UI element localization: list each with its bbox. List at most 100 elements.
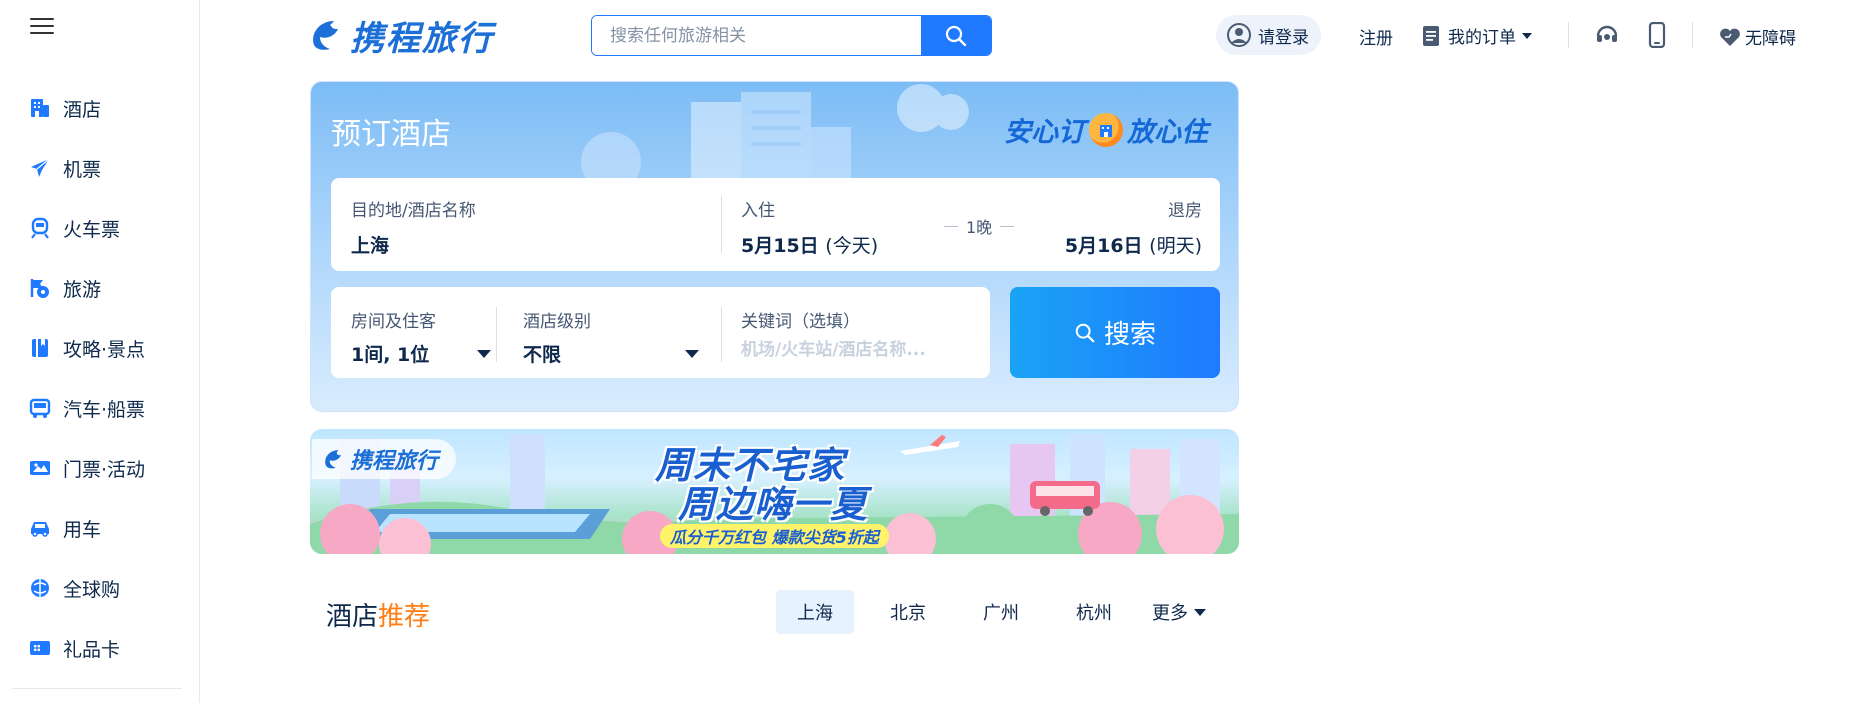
header-separator (1692, 22, 1693, 48)
checkin-value: 5月15日 (今天) (741, 231, 878, 258)
mobile-app-button[interactable] (1648, 22, 1666, 48)
city-more-dropdown[interactable]: 更多 (1152, 590, 1206, 634)
field-separator (496, 307, 497, 362)
travel-icon (29, 277, 51, 299)
sidebar-item-label: 酒店 (63, 98, 102, 121)
accessibility-label: 无障碍 (1745, 29, 1796, 49)
sidebar-item-travel[interactable]: 旅游 (0, 258, 199, 318)
sidebar-item-bus[interactable]: 汽车·船票 (0, 378, 199, 438)
sidebar-item-label: 全球购 (63, 578, 121, 601)
chevron-down-icon (477, 349, 491, 358)
slogan-left: 安心订 (1004, 117, 1085, 148)
city-tab-hangzhou[interactable]: 杭州 (1055, 590, 1133, 634)
field-separator (721, 307, 722, 362)
checkin-day: (今天) (825, 235, 879, 257)
user-avatar-icon (1227, 23, 1251, 47)
my-orders-menu[interactable]: 我的订单 (1422, 23, 1532, 48)
city-tab-shanghai[interactable]: 上海 (776, 590, 854, 634)
sidebar-item-label: 门票·活动 (63, 458, 146, 481)
nights-label: 1晚 (966, 218, 993, 237)
promo-banner[interactable]: 携程旅行 周末不宅家 周边嗨一夏 瓜分千万红包 爆款尖货5折起 (310, 429, 1239, 554)
destination-value: 上海 (351, 235, 390, 257)
global-search (591, 15, 992, 56)
rooms-guests-select[interactable]: 房间及住客 1间, 1位 (351, 307, 491, 367)
car-icon (29, 517, 51, 539)
global-shopping-icon (29, 577, 51, 599)
checkout-date-field[interactable]: 退房 5月16日 (明天) (1065, 196, 1202, 258)
dolphin-logo-icon (325, 450, 341, 469)
checkout-date: 5月16日 (1064, 235, 1143, 257)
rooms-value: 1间, 1位 (351, 344, 430, 366)
logo-text: 携程旅行 (350, 18, 494, 59)
sidebar-item-tickets[interactable]: 门票·活动 (0, 438, 199, 498)
field-separator (721, 196, 722, 253)
chevron-down-icon (685, 349, 699, 358)
rec-title-b: 推荐 (378, 602, 431, 632)
checkin-label: 入住 (741, 201, 775, 221)
mobile-phone-icon (1648, 22, 1666, 48)
keyword-field: 关键词（选填） (741, 307, 971, 360)
hotel-booking-panel: 预订酒店 安心订 放心住 目的地/酒店名称 上海 入住 5月15日 (今天) 1… (310, 81, 1239, 412)
banner-headline-2: 周边嗨一夏 (678, 483, 868, 526)
checkout-value: 5月16日 (明天) (1065, 231, 1202, 258)
hotel-icon (29, 97, 51, 119)
accessibility-button[interactable]: 无障碍 (1719, 24, 1796, 49)
sidebar-item-global-shopping[interactable]: 全球购 (0, 558, 199, 618)
customer-service-button[interactable] (1594, 22, 1620, 48)
checkin-date-field[interactable]: 入住 5月15日 (今天) (741, 196, 878, 258)
global-search-button[interactable] (921, 16, 991, 55)
guidebook-icon (29, 337, 51, 359)
slogan-right: 放心住 (1127, 117, 1208, 148)
level-value-row: 不限 (523, 340, 699, 367)
sidebar-divider (12, 688, 182, 689)
dolphin-logo-icon (313, 21, 338, 50)
ticket-icon (29, 457, 51, 479)
sidebar-item-flights[interactable]: 机票 (0, 138, 199, 198)
register-link[interactable]: 注册 (1359, 24, 1393, 49)
my-orders-label: 我的订单 (1448, 28, 1516, 48)
sidebar-item-label: 火车票 (63, 218, 121, 241)
bus-icon (29, 397, 51, 419)
global-search-input[interactable] (592, 16, 921, 55)
sidebar-item-label: 旅游 (63, 278, 102, 301)
room-level-keyword-row: 房间及住客 1间, 1位 酒店级别 不限 关键词（选填） (331, 287, 990, 378)
sidebar-item-train[interactable]: 火车票 (0, 198, 199, 258)
login-button[interactable]: 请登录 (1216, 15, 1321, 55)
search-icon (1075, 323, 1095, 342)
rec-title-a: 酒店 (326, 602, 379, 632)
checkout-label: 退房 (1168, 201, 1202, 221)
hamburger-icon[interactable] (30, 18, 54, 38)
hotel-search-button[interactable]: 搜索 (1010, 287, 1220, 378)
order-document-icon (1423, 25, 1439, 46)
chevron-down-icon (1522, 32, 1532, 39)
accessibility-heart-icon (1720, 28, 1740, 46)
sidebar-item-hotel[interactable]: 酒店 (0, 78, 199, 138)
booking-title: 预订酒店 (331, 117, 451, 152)
search-icon (945, 25, 967, 46)
sidebar-item-guides[interactable]: 攻略·景点 (0, 318, 199, 378)
level-label: 酒店级别 (523, 312, 591, 332)
banner-subline: 瓜分千万红包 爆款尖货5折起 (660, 524, 889, 548)
sidebar-item-label: 攻略·景点 (63, 338, 146, 361)
ctrip-logo[interactable]: 携程旅行 (308, 12, 494, 59)
rooms-label: 房间及住客 (351, 312, 436, 332)
sidebar-item-gift-card[interactable]: 礼品卡 (0, 618, 199, 678)
city-tabs: 上海 北京 广州 杭州 更多 (776, 590, 1206, 634)
header-separator (1568, 22, 1569, 48)
sidebar-item-label: 礼品卡 (63, 638, 121, 661)
hotel-level-select[interactable]: 酒店级别 不限 (523, 307, 699, 367)
nights-count: 1晚 (936, 214, 1022, 238)
city-tab-beijing[interactable]: 北京 (869, 590, 947, 634)
sidebar: 酒店 机票 火车票 旅游 攻略·景点 汽车·船票 门票·活动 用车 全球购 礼品… (0, 0, 200, 703)
city-tab-guangzhou[interactable]: 广州 (962, 590, 1040, 634)
rooms-value-row: 1间, 1位 (351, 340, 491, 367)
airplane-icon (29, 157, 51, 179)
city-more-label: 更多 (1152, 603, 1188, 624)
keyword-input[interactable] (741, 340, 961, 360)
hotel-badge-icon (1089, 112, 1123, 147)
sidebar-item-car[interactable]: 用车 (0, 498, 199, 558)
destination-field[interactable]: 目的地/酒店名称 上海 (351, 196, 711, 258)
sidebar-item-label: 汽车·船票 (63, 398, 146, 421)
sidebar-item-label: 机票 (63, 158, 102, 181)
checkin-date: 5月15日 (741, 235, 819, 257)
